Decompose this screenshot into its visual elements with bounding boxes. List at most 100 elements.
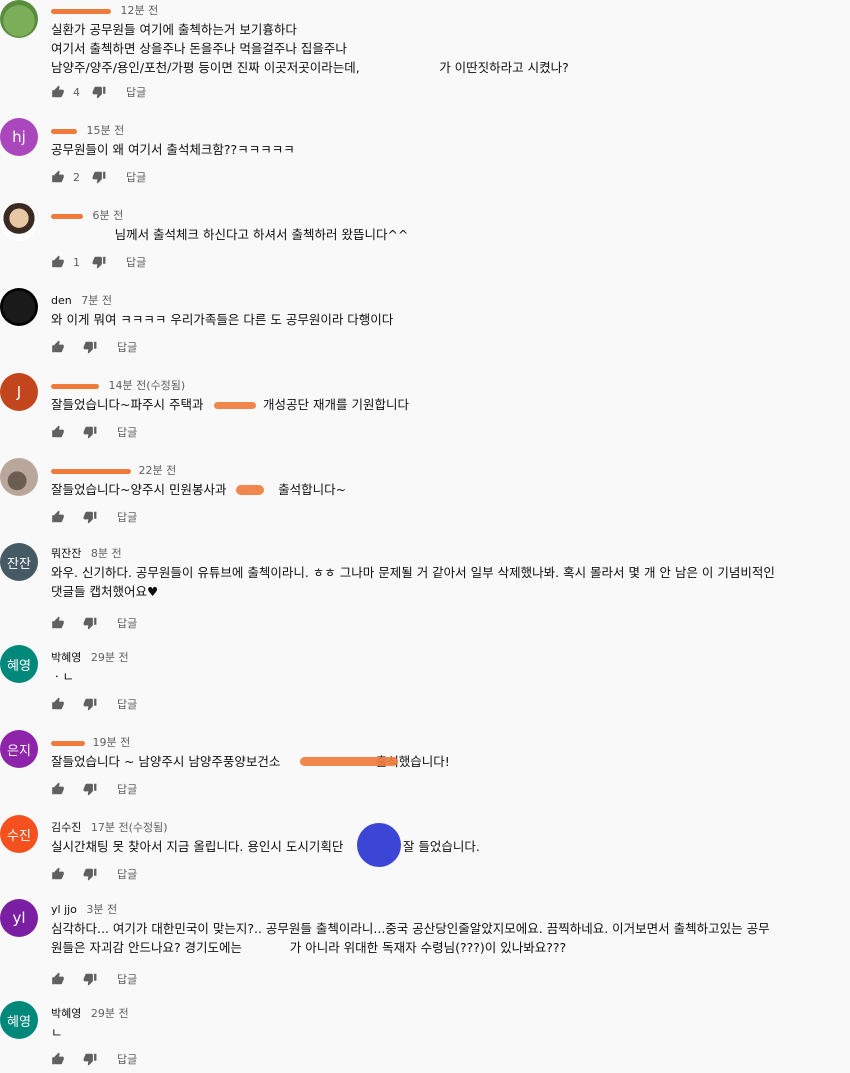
comment-text: ㄴ (51, 1025, 63, 1040)
reply-button[interactable]: 답글 (117, 424, 137, 440)
avatar[interactable]: 혜영 (0, 645, 38, 683)
comment-meta: 6분 전 (51, 207, 123, 223)
thumbs-down-icon[interactable] (92, 170, 106, 184)
thumbs-up-icon[interactable] (51, 972, 65, 986)
avatar[interactable]: 은지 (0, 730, 38, 768)
comment-actions: 4 답글 (51, 84, 146, 100)
reply-button[interactable]: 답글 (117, 781, 137, 797)
avatar[interactable]: 수진 (0, 815, 38, 853)
like-count: 2 (73, 170, 80, 184)
thumbs-down-icon[interactable] (83, 340, 97, 354)
thumbs-up-icon[interactable] (51, 782, 65, 796)
comment-time[interactable]: 17분 전(수정됨) (91, 821, 168, 834)
comment-meta: 19분 전 (51, 734, 130, 750)
thumbs-down-icon[interactable] (83, 425, 97, 439)
comment-time[interactable]: 8분 전 (91, 547, 122, 560)
reply-button[interactable]: 답글 (126, 169, 146, 185)
thumbs-up-icon[interactable] (51, 510, 65, 524)
reply-button[interactable]: 답글 (126, 84, 146, 100)
comment-time[interactable]: 6분 전 (93, 209, 124, 222)
comment-author[interactable]: 김수진 (51, 821, 81, 834)
comment-time[interactable]: 29분 전 (91, 1007, 129, 1020)
comment-time[interactable]: 19분 전 (93, 736, 131, 749)
thumbs-down-icon[interactable] (83, 782, 97, 796)
thumbs-up-icon[interactable] (51, 425, 65, 439)
comment-meta: 22분 전 (51, 462, 176, 478)
comment-time[interactable]: 3분 전 (86, 903, 117, 916)
comment-text: ㆍㄴ (51, 669, 75, 684)
avatar[interactable]: hj (0, 118, 38, 156)
comment-actions: 답글 (51, 615, 137, 631)
reply-button[interactable]: 답글 (117, 339, 137, 355)
thumbs-up-icon[interactable] (51, 1052, 65, 1066)
reply-button[interactable]: 답글 (117, 509, 137, 525)
thumbs-down-icon[interactable] (83, 1052, 97, 1066)
thumbs-down-icon[interactable] (92, 255, 106, 269)
comment-meta: 15분 전 (51, 122, 124, 138)
comment-meta: 14분 전(수정됨) (51, 377, 185, 393)
thumbs-up-icon[interactable] (51, 867, 65, 881)
thumbs-up-icon[interactable] (51, 170, 65, 184)
avatar[interactable]: yl (0, 899, 38, 937)
comment-meta: 12분 전 (51, 2, 158, 18)
comment-time[interactable]: 14분 전(수정됨) (109, 379, 186, 392)
comment-time[interactable]: 12분 전 (121, 4, 159, 17)
thumbs-up-icon[interactable] (51, 340, 65, 354)
thumbs-down-icon[interactable] (83, 867, 97, 881)
comment-actions: 답글 (51, 696, 137, 712)
thumbs-down-icon[interactable] (83, 510, 97, 524)
like-count: 1 (73, 255, 80, 269)
reply-button[interactable]: 답글 (117, 615, 137, 631)
avatar[interactable] (0, 203, 38, 241)
comment-actions: 1 답글 (51, 254, 146, 270)
comment-time[interactable]: 15분 전 (87, 124, 125, 137)
thumbs-up-icon[interactable] (51, 616, 65, 630)
avatar[interactable] (0, 458, 38, 496)
comment-text: 잘들었습니다~양주시 민원봉사과 출석합니다~ (51, 482, 347, 497)
reply-button[interactable]: 답글 (117, 971, 137, 987)
avatar[interactable] (0, 288, 38, 326)
comment-actions: 답글 (51, 781, 137, 797)
redaction-mark (300, 757, 398, 766)
comment-actions: 답글 (51, 509, 137, 525)
thumbs-down-icon[interactable] (83, 616, 97, 630)
comment-time[interactable]: 22분 전 (139, 464, 177, 477)
comment-actions: 답글 (51, 1051, 137, 1067)
avatar[interactable] (0, 0, 38, 38)
reply-button[interactable]: 답글 (117, 1051, 137, 1067)
comment-meta: 김수진 17분 전(수정됨) (51, 819, 168, 835)
reply-button[interactable]: 답글 (117, 866, 137, 882)
avatar[interactable]: J (0, 373, 38, 411)
thumbs-up-icon[interactable] (51, 697, 65, 711)
thumbs-up-icon[interactable] (51, 85, 65, 99)
comment-time[interactable]: 7분 전 (81, 294, 112, 307)
redacted-author (51, 8, 111, 14)
redacted-author (51, 383, 99, 389)
comment-text: 와 이게 뭐여 ㅋㅋㅋㅋ 우리가족들은 다른 도 공무원이라 다행이다 (51, 312, 394, 327)
comment-actions: 2 답글 (51, 169, 146, 185)
comment-time[interactable]: 29분 전 (91, 651, 129, 664)
comment-author[interactable]: 박혜영 (51, 1007, 81, 1020)
thumbs-down-icon[interactable] (92, 85, 106, 99)
reply-button[interactable]: 답글 (117, 696, 137, 712)
redacted-author (51, 128, 77, 134)
avatar[interactable]: 잔잔 (0, 543, 38, 581)
comment-text: 님께서 출석체크 하신다고 하셔서 출첵하러 왔뜹니다^^ (51, 227, 409, 242)
comment-text: 심각하다... 여기가 대한민국이 맞는지?.. 공무원들 출첵이라니...중국… (51, 921, 770, 955)
thumbs-down-icon[interactable] (83, 697, 97, 711)
comment-author[interactable]: 박혜영 (51, 651, 81, 664)
redacted-author (51, 213, 83, 219)
censor-dot (357, 823, 401, 867)
comment-actions: 답글 (51, 971, 137, 987)
comment-actions: 답글 (51, 866, 137, 882)
thumbs-down-icon[interactable] (83, 972, 97, 986)
comment-author[interactable]: den (51, 294, 72, 307)
thumbs-up-icon[interactable] (51, 255, 65, 269)
comment-actions: 답글 (51, 339, 137, 355)
comment-text: 잘들었습니다 ~ 남양주시 남양주풍양보건소 출석했습니다! (51, 754, 450, 769)
comment-meta: den 7분 전 (51, 292, 112, 308)
comment-author[interactable]: 뭐잔잔 (51, 547, 81, 560)
reply-button[interactable]: 답글 (126, 254, 146, 270)
comment-author[interactable]: yl jjo (51, 903, 77, 916)
avatar[interactable]: 혜영 (0, 1001, 38, 1039)
